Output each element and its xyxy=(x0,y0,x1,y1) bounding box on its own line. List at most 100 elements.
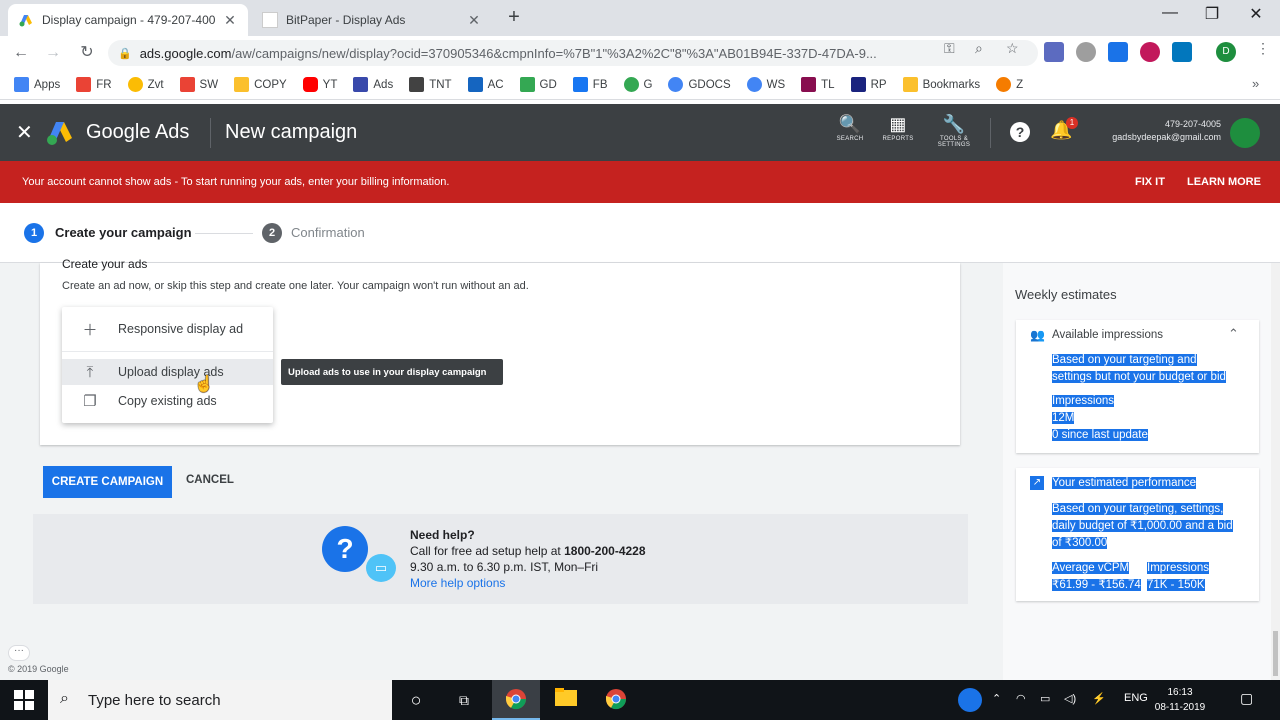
help-panel: ? ▭ Need help? Call for free ad setup he… xyxy=(33,514,968,604)
profile-avatar-icon[interactable]: D xyxy=(1216,42,1236,62)
network-icon[interactable]: ⚡ xyxy=(1092,692,1106,705)
task-view-icon[interactable]: ⧉ xyxy=(452,688,476,712)
folder-icon xyxy=(902,77,918,92)
taskbar-search-input[interactable]: ⌕ Type here to search xyxy=(48,680,392,720)
file-explorer-icon[interactable] xyxy=(554,688,578,712)
chat-bubble-icon: ▭ xyxy=(366,554,396,582)
chrome-taskbar-button[interactable] xyxy=(492,680,540,720)
vcpm-value: ₹61.99 - ₹156.74 xyxy=(1052,579,1141,591)
tab-strip: Display campaign - 479-207-400 ✕ BitPape… xyxy=(0,0,1280,36)
extension-icon[interactable] xyxy=(1108,42,1128,62)
chrome-icon[interactable] xyxy=(604,688,628,712)
bookmarks-overflow-icon[interactable]: » xyxy=(1252,76,1259,91)
bookmark-item[interactable]: Bookmarks xyxy=(902,77,980,92)
key-icon[interactable]: ⚿ xyxy=(944,40,955,57)
bookmark-item[interactable]: GD xyxy=(519,77,557,92)
close-icon[interactable]: ✕ xyxy=(222,12,238,29)
wifi-icon[interactable]: ◠ xyxy=(1016,692,1026,705)
extension-icon[interactable] xyxy=(1140,42,1160,62)
zoom-icon[interactable]: ⌕ xyxy=(975,40,983,57)
bookmark-item[interactable]: COPY xyxy=(234,77,287,92)
bookmark-item[interactable]: FB xyxy=(572,77,608,92)
extension-icon[interactable] xyxy=(1172,42,1192,62)
windows-start-icon[interactable] xyxy=(14,690,34,710)
help-icon[interactable]: ? xyxy=(1010,122,1030,142)
account-email: gadsbydeepak@gmail.com xyxy=(1112,132,1221,142)
extension-icon[interactable] xyxy=(1044,42,1064,62)
avatar[interactable] xyxy=(1230,118,1260,148)
search-icon: 🔍 xyxy=(838,114,862,134)
bookmark-item[interactable]: Zvt xyxy=(127,77,164,92)
search-button[interactable]: 🔍 SEARCH xyxy=(830,114,870,142)
bookmark-item[interactable]: TL xyxy=(801,77,835,92)
scrollbar-thumb[interactable] xyxy=(1273,631,1278,676)
new-tab-button[interactable]: + xyxy=(500,6,528,30)
minimize-icon[interactable]: — xyxy=(1150,4,1190,22)
bookmark-item[interactable]: FR xyxy=(76,77,112,92)
tab-display-campaign[interactable]: Display campaign - 479-207-400 ✕ xyxy=(8,4,248,36)
app-tray-icon[interactable] xyxy=(958,688,982,712)
bookmark-item[interactable]: Ads xyxy=(353,77,393,92)
bookmark-icon xyxy=(801,77,817,92)
wrench-icon: 🔧 xyxy=(942,114,966,134)
window-close-icon[interactable]: ✕ xyxy=(1236,4,1276,24)
account-info[interactable]: 479-207-4005 gadsbydeepak@gmail.com xyxy=(1085,118,1221,144)
step-confirmation[interactable]: Confirmation xyxy=(291,225,365,240)
learn-more-link[interactable]: LEARN MORE xyxy=(1187,176,1261,188)
bookmark-item[interactable]: YT xyxy=(302,77,337,92)
bookmark-apps[interactable]: Apps xyxy=(14,77,60,92)
address-bar[interactable]: 🔒 ads.google.com/aw/campaigns/new/displa… xyxy=(108,40,1038,66)
bookmark-item[interactable]: G xyxy=(623,77,652,92)
url-path: /aw/campaigns/new/display?ocid=370905346… xyxy=(231,45,877,61)
chevron-up-icon[interactable]: ⌃ xyxy=(1228,326,1239,342)
help-call-text: Call for free ad setup help at 1800-200-… xyxy=(410,544,646,558)
cancel-button[interactable]: CANCEL xyxy=(186,474,234,486)
reload-icon[interactable]: ↻ xyxy=(76,42,98,64)
close-icon[interactable]: ✕ xyxy=(466,12,482,29)
bookmark-item[interactable]: WS xyxy=(746,77,785,92)
search-icon: ⌕ xyxy=(60,690,69,707)
page-scrollbar[interactable] xyxy=(1271,263,1280,680)
chevron-up-icon[interactable]: ⌃ xyxy=(992,692,1001,705)
menu-item-upload-display-ads[interactable]: ⤒ Upload display ads xyxy=(62,359,273,385)
menu-item-copy-existing-ads[interactable]: ❐ Copy existing ads xyxy=(62,388,273,414)
bookmark-item[interactable]: SW xyxy=(179,77,218,92)
step-create-campaign[interactable]: Create your campaign xyxy=(55,225,192,240)
step-connector xyxy=(195,233,253,234)
close-icon[interactable]: ✕ xyxy=(16,120,33,145)
copy-icon: ❐ xyxy=(83,393,97,410)
cortana-icon[interactable]: ○ xyxy=(404,688,428,712)
alert-message: Your account cannot show ads - To start … xyxy=(22,176,450,188)
restore-icon[interactable]: ❐ xyxy=(1192,4,1232,24)
volume-icon[interactable]: ◁) xyxy=(1064,692,1076,705)
ads-header: ✕ Google Ads New campaign 🔍 SEARCH ▦ REPOR… xyxy=(0,104,1280,161)
bookmark-item[interactable]: RP xyxy=(850,77,887,92)
menu-kebab-icon[interactable]: ⋮ xyxy=(1256,40,1270,57)
bookmark-item[interactable]: TNT xyxy=(409,77,452,92)
system-clock[interactable]: 16:13 08-11-2019 xyxy=(1150,685,1210,715)
back-icon[interactable]: ← xyxy=(10,42,32,64)
bookmark-item[interactable]: AC xyxy=(467,77,504,92)
bookmark-item[interactable]: GDOCS xyxy=(668,77,731,92)
star-icon[interactable]: ☆ xyxy=(1006,40,1019,57)
battery-icon[interactable]: ▭ xyxy=(1040,692,1050,705)
notifications-icon[interactable]: ▢ xyxy=(1240,690,1253,707)
tab-bitpaper[interactable]: BitPaper - Display Ads ✕ xyxy=(252,4,492,36)
fix-it-link[interactable]: FIX IT xyxy=(1135,176,1165,188)
brand-name: Google Ads xyxy=(86,121,190,143)
extension-icon[interactable] xyxy=(1076,42,1096,62)
copyright: © 2019 Google xyxy=(8,664,69,674)
menu-item-responsive-display-ad[interactable]: ＋ Responsive display ad xyxy=(62,316,273,342)
more-help-link[interactable]: More help options xyxy=(410,576,505,590)
more-options-button[interactable]: ··· xyxy=(8,645,30,661)
tab-title: Display campaign - 479-207-400 xyxy=(42,13,216,27)
clock-date: 08-11-2019 xyxy=(1154,702,1206,713)
panel-title: Weekly estimates xyxy=(1015,287,1117,302)
tools-settings-button[interactable]: 🔧 TOOLS & SETTINGS xyxy=(934,114,974,148)
reports-button[interactable]: ▦ REPORTS xyxy=(878,114,918,142)
bookmark-item[interactable]: Z xyxy=(996,77,1023,92)
forward-icon[interactable]: → xyxy=(42,42,64,64)
divider xyxy=(990,118,991,148)
language-indicator[interactable]: ENG xyxy=(1124,692,1148,704)
create-campaign-button[interactable]: CREATE CAMPAIGN xyxy=(43,466,172,498)
